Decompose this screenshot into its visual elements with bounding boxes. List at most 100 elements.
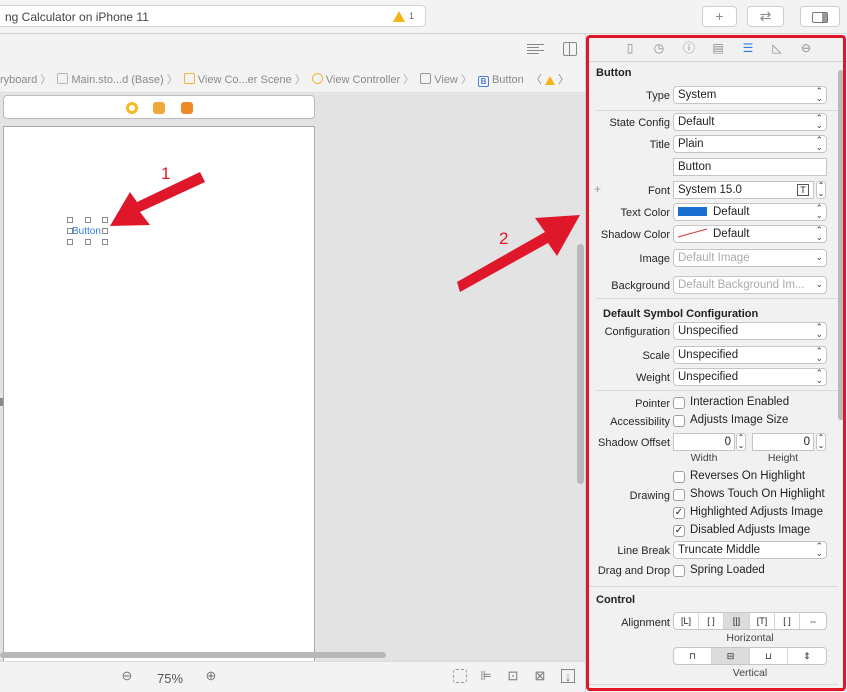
background-placeholder: Default Background Im... [678, 279, 805, 291]
font-label: Font [647, 185, 670, 197]
text-color-label: Text Color [620, 207, 670, 219]
attributes-icon[interactable]: ☰ [741, 41, 755, 55]
chevron-updown-icon: ⌃ ⌄ [815, 541, 823, 558]
font-size-stepper[interactable]: ⌃ ⌄ [816, 181, 826, 199]
line-break-label: Line Break [617, 545, 670, 557]
shadow-height-field[interactable]: 0 [752, 433, 814, 451]
drawing-label: Drawing [629, 490, 670, 502]
image-label: Image [639, 253, 670, 265]
spring-loaded-option-label: Spring Loaded [690, 564, 765, 576]
shadow-width-field[interactable]: 0 [673, 433, 735, 451]
line-break-popup[interactable]: Truncate Middle ⌃ ⌄ [673, 541, 827, 559]
shadow-color-label: Shadow Color [600, 229, 670, 241]
font-picker-icon[interactable]: T [797, 184, 809, 196]
chevron-updown-icon: ⌃ ⌄ [815, 86, 823, 103]
align-center-icon[interactable]: [ ] [699, 613, 724, 629]
title-text-field[interactable]: Button [673, 158, 827, 176]
identity-icon[interactable]: ▤ [711, 41, 725, 55]
disabled-option-label: Disabled Adjusts Image [690, 524, 811, 536]
chevron-updown-icon: ⌃ ⌄ [815, 203, 823, 220]
chevron-updown-icon: ⌃ ⌄ [815, 225, 823, 242]
chevron-down-icon: ⌄ [815, 279, 823, 289]
scale-popup[interactable]: Unspecified ⌃ ⌄ [673, 346, 827, 364]
title-label: Title [649, 139, 670, 151]
configuration-popup[interactable]: Unspecified ⌃ ⌄ [673, 322, 827, 340]
valign-bottom-icon[interactable]: ⊔ [750, 648, 788, 664]
scale-label: Scale [642, 350, 670, 362]
chevron-down-icon: ⌄ [815, 252, 823, 262]
align-left-icon[interactable]: [L] [674, 613, 699, 629]
color-swatch [678, 207, 707, 216]
valign-center-icon[interactable]: ⊟ [712, 648, 750, 664]
accessibility-label: Accessibility [610, 416, 670, 428]
valign-top-icon[interactable]: ⊓ [674, 648, 712, 664]
highlighted-option-label: Highlighted Adjusts Image [690, 506, 823, 518]
type-label: Type [646, 90, 670, 102]
no-color-swatch [677, 228, 708, 238]
horizontal-alignment-control[interactable]: [L] [ ] [|] [T] [ ] ⇔ [673, 612, 827, 630]
reverses-checkbox[interactable] [673, 471, 685, 483]
background-combo[interactable]: Default Background Im... ⌄ [673, 276, 827, 294]
align-trailing-icon[interactable]: ⇔ [800, 613, 826, 629]
history-icon[interactable]: ◷ [652, 41, 666, 55]
weight-value: Unspecified [678, 371, 739, 383]
state-config-value: Default [678, 116, 715, 128]
type-value: System [678, 89, 717, 101]
highlighted-adjusts-checkbox[interactable]: ✓ [673, 507, 685, 519]
spring-loaded-checkbox[interactable] [673, 565, 685, 577]
valign-fill-icon[interactable]: ⇕ [788, 648, 826, 664]
align-fill-icon[interactable]: [|] [724, 613, 750, 629]
state-config-popup[interactable]: Default ⌃ ⌄ [673, 113, 827, 131]
file-icon[interactable]: ▯ [623, 41, 637, 55]
pointer-label: Pointer [635, 398, 670, 410]
divider [596, 110, 838, 111]
configuration-value: Unspecified [678, 325, 739, 337]
arrow-1-shape [110, 172, 205, 226]
image-placeholder: Default Image [678, 252, 750, 264]
height-caption: Height [767, 452, 799, 464]
shows-touch-option-label: Shows Touch On Highlight [690, 488, 825, 500]
title-popup[interactable]: Plain ⌃ ⌄ [673, 135, 827, 153]
chevron-updown-icon: ⌃ ⌄ [815, 135, 823, 152]
line-break-value: Truncate Middle [678, 544, 761, 556]
font-field[interactable]: System 15.0 T [673, 181, 814, 199]
disabled-adjusts-checkbox[interactable]: ✓ [673, 525, 685, 537]
weight-popup[interactable]: Unspecified ⌃ ⌄ [673, 368, 827, 386]
text-color-value: Default [713, 206, 750, 218]
shadow-width-stepper[interactable]: ⌃ ⌄ [736, 433, 746, 451]
inspector-tab-bar: ▯ ◷ ⓘ ▤ ☰ ◺ ⊖ [586, 34, 847, 62]
size-icon[interactable]: ◺ [770, 41, 784, 55]
divider [596, 298, 838, 299]
title-type-value: Plain [678, 138, 704, 150]
shadow-color-value: Default [713, 228, 750, 240]
help-icon[interactable]: ⓘ [682, 41, 696, 55]
width-caption: Width [690, 452, 718, 464]
shadow-height-stepper[interactable]: ⌃ ⌄ [816, 433, 826, 451]
alignment-label: Alignment [621, 617, 670, 629]
chevron-updown-icon: ⌃ ⌄ [815, 322, 823, 339]
vertical-alignment-control[interactable]: ⊓ ⊟ ⊔ ⇕ [673, 647, 827, 665]
type-popup[interactable]: System ⌃ ⌄ [673, 86, 827, 104]
background-label: Background [611, 280, 670, 292]
pointer-option-label: Interaction Enabled [690, 396, 790, 408]
chevron-updown-icon: ⌃ ⌄ [815, 368, 823, 385]
pointer-checkbox[interactable] [673, 397, 685, 409]
connections-icon[interactable]: ⊖ [799, 41, 813, 55]
accessibility-option-label: Adjusts Image Size [690, 414, 789, 426]
chevron-updown-icon: ⌃ ⌄ [815, 346, 823, 363]
text-color-popup[interactable]: Default ⌃ ⌄ [673, 203, 827, 221]
arrow-2-shape [457, 215, 580, 292]
inspector-scrollbar[interactable] [838, 70, 844, 420]
align-leading-icon[interactable]: [ ] [775, 613, 800, 629]
font-value: System 15.0 [678, 184, 742, 196]
shadow-color-popup[interactable]: Default ⌃ ⌄ [673, 225, 827, 243]
section-title-control: Control [596, 594, 636, 606]
annotation-label-1: 1 [161, 164, 171, 183]
accessibility-checkbox[interactable] [673, 415, 685, 427]
image-combo[interactable]: Default Image ⌄ [673, 249, 827, 267]
divider [596, 390, 838, 391]
horizontal-caption: Horizontal [726, 632, 774, 644]
annotation-label-2: 2 [499, 229, 509, 248]
align-right-icon[interactable]: [T] [750, 613, 775, 629]
shows-touch-checkbox[interactable] [673, 489, 685, 501]
